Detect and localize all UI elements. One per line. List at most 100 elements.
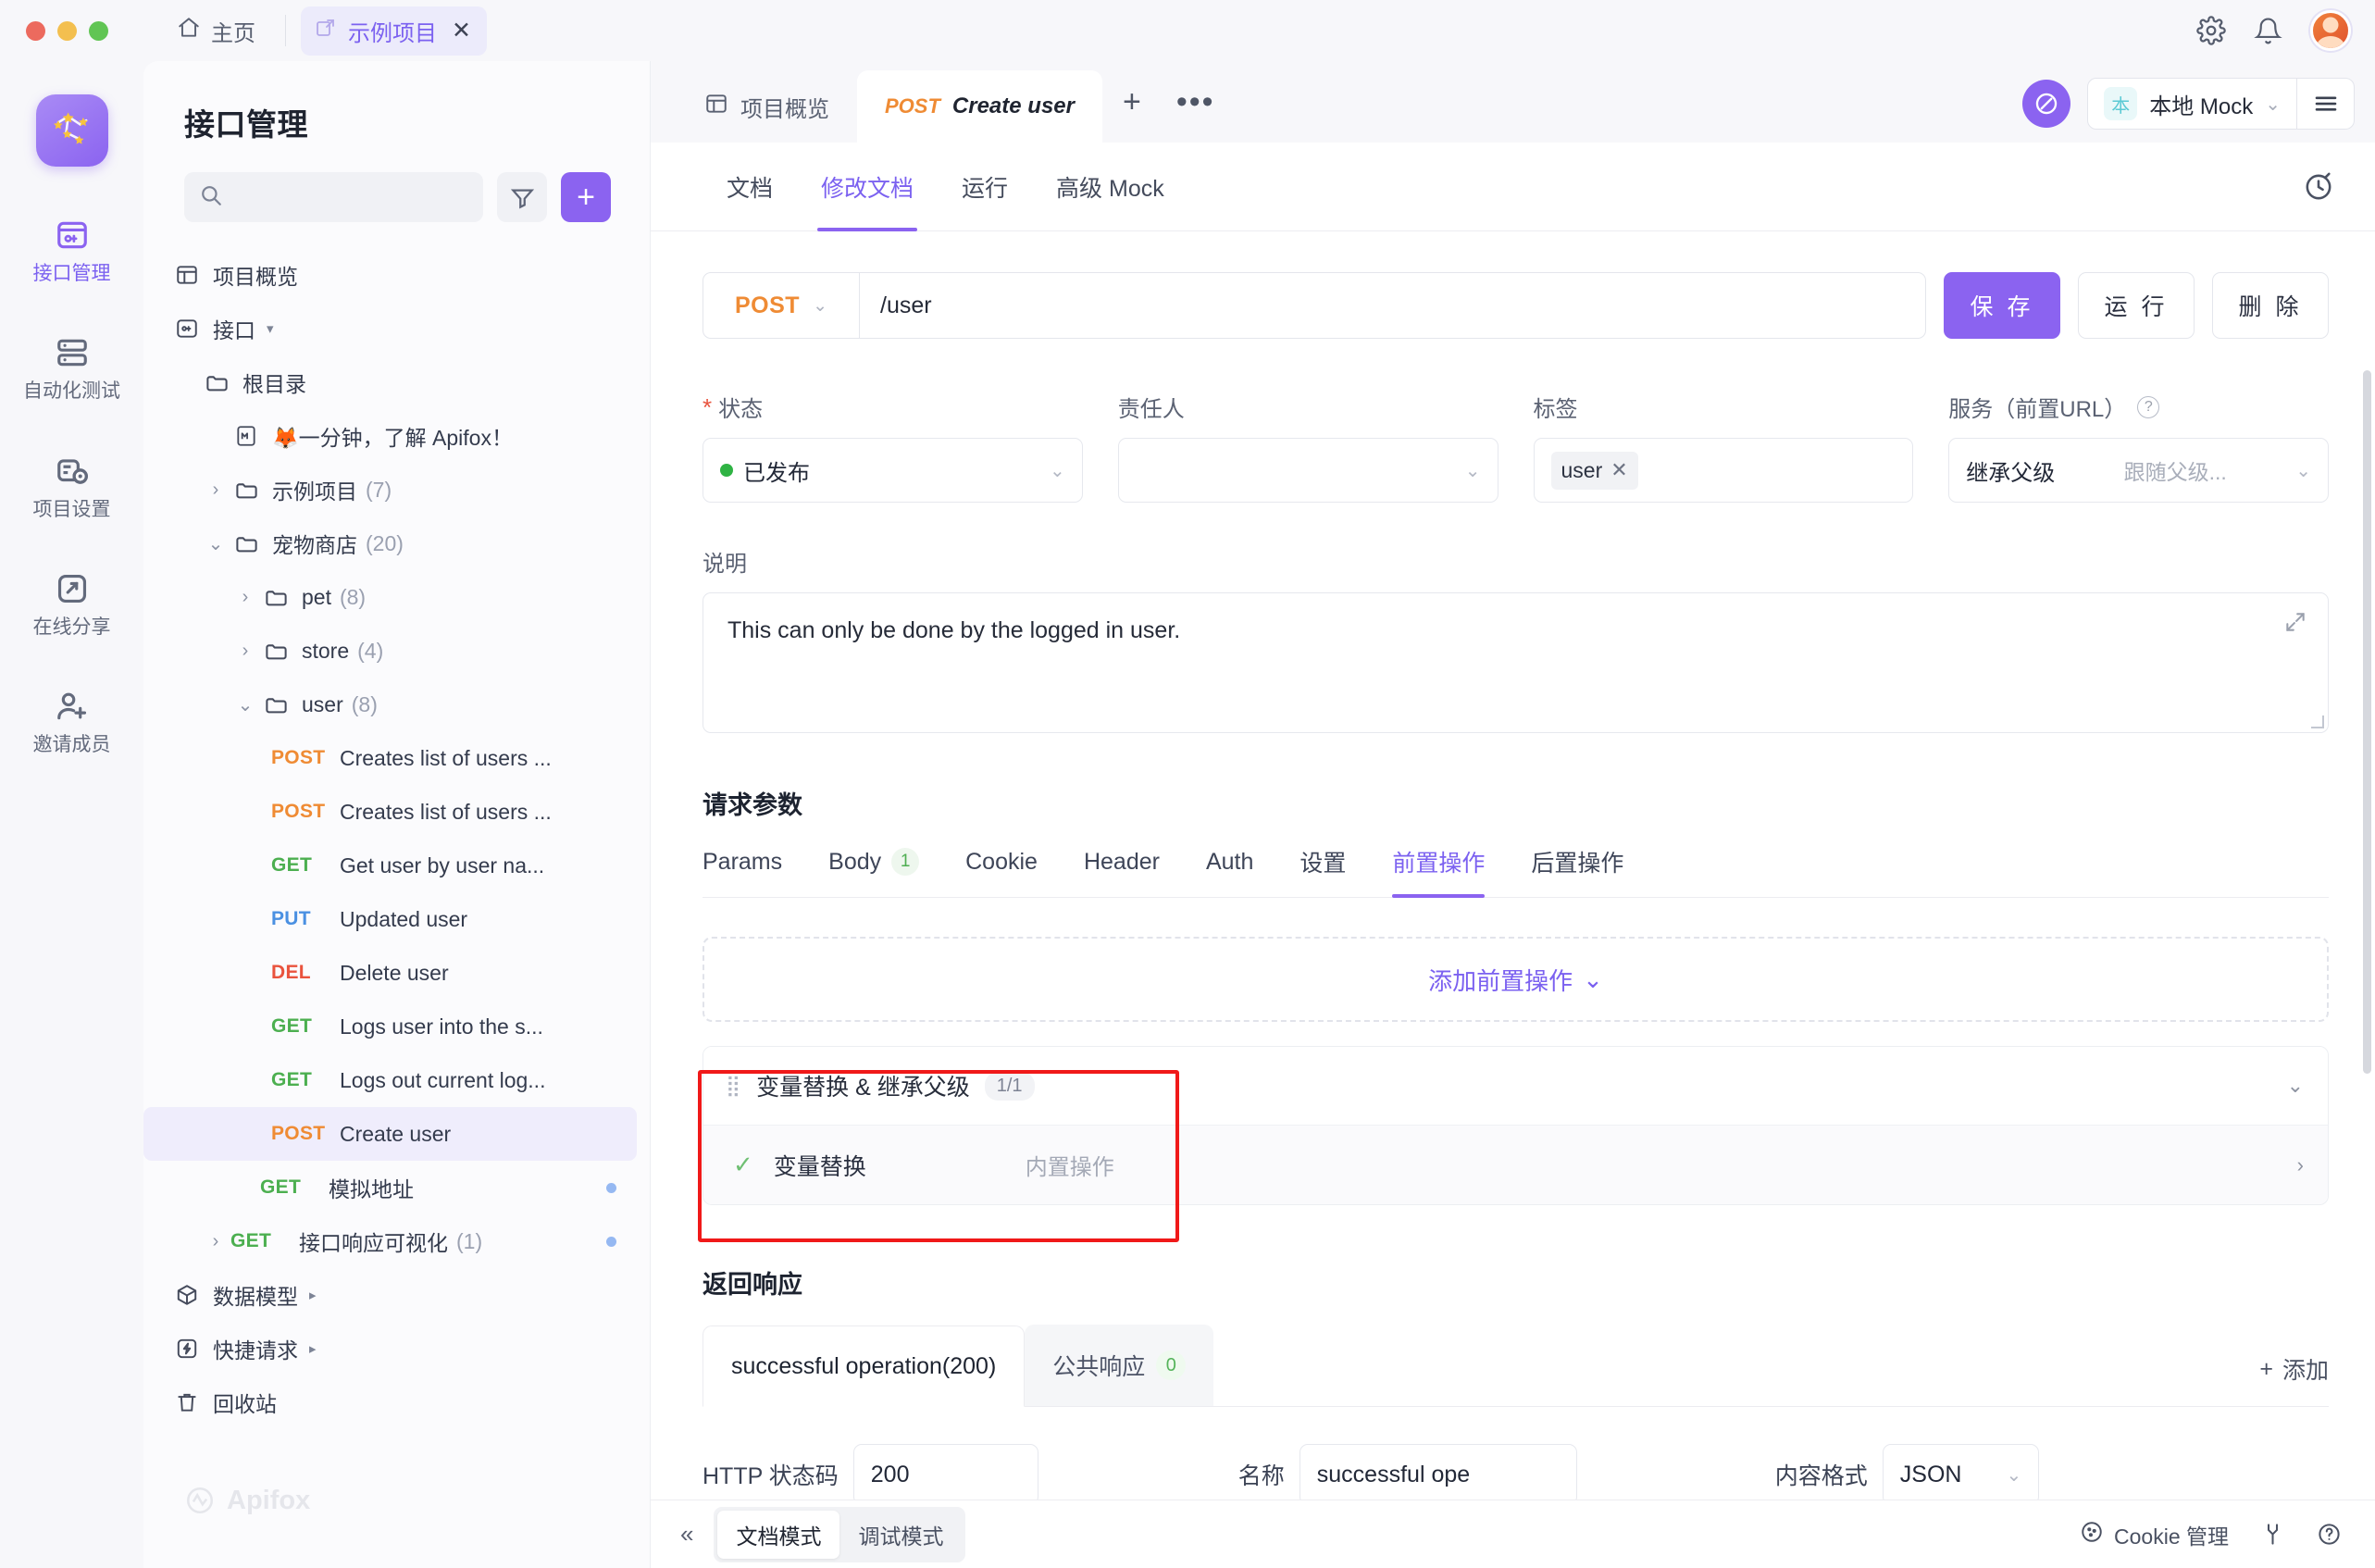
mode-document[interactable]: 文档模式: [717, 1511, 839, 1559]
sidebar-item-invite-member[interactable]: 邀请成员: [11, 677, 133, 766]
hamburger-icon[interactable]: [2296, 79, 2354, 129]
content-format-select[interactable]: JSON ⌄: [1883, 1444, 2039, 1500]
add-pre-operation-button[interactable]: 添加前置操作 ⌄: [703, 937, 2329, 1022]
chevron-down-icon[interactable]: ⌄: [230, 693, 260, 716]
project-tab[interactable]: 示例项目 ✕: [301, 6, 487, 56]
mock-environment-selector[interactable]: 本 本地 Mock ⌄: [2087, 78, 2355, 130]
tree-item-endpoint-create-user[interactable]: POST Create user: [143, 1107, 637, 1161]
tab-document[interactable]: 文档: [703, 143, 797, 231]
tree-item-endpoint[interactable]: GET Get user by user na...: [143, 839, 637, 892]
chevron-right-icon[interactable]: ›: [201, 1231, 230, 1252]
service-select[interactable]: 继承父级 跟随父级... ⌄: [1948, 438, 2329, 503]
tag-chip[interactable]: user ✕: [1551, 452, 1638, 490]
add-api-button[interactable]: +: [561, 172, 611, 222]
cookie-manager-button[interactable]: Cookie 管理: [2080, 1519, 2229, 1550]
tree-item-recycle-bin[interactable]: 回收站: [143, 1375, 637, 1429]
run-button[interactable]: 运 行: [2078, 272, 2195, 339]
minimize-window-button[interactable]: [57, 21, 77, 41]
chevron-right-icon[interactable]: ▸: [309, 1287, 317, 1303]
owner-select[interactable]: ⌄: [1118, 438, 1498, 503]
tree-item-endpoint[interactable]: POST Creates list of users ...: [143, 731, 637, 785]
maximize-window-button[interactable]: [89, 21, 108, 41]
close-icon[interactable]: ✕: [452, 19, 471, 43]
sidebar-item-online-share[interactable]: 在线分享: [11, 559, 133, 649]
tree-item-endpoint[interactable]: DEL Delete user: [143, 946, 637, 1000]
tree-item-quick-request[interactable]: 快捷请求 ▸: [143, 1322, 637, 1375]
tab-settings[interactable]: 设置: [1299, 845, 1346, 897]
operation-item-variable-replace[interactable]: ✓ 变量替换 内置操作 ›: [703, 1125, 2328, 1204]
tree-item-pet[interactable]: › pet (8): [143, 570, 637, 624]
tab-pre-operations[interactable]: 前置操作: [1392, 845, 1485, 897]
sync-icon[interactable]: [2022, 80, 2070, 128]
bell-icon[interactable]: [2254, 17, 2282, 45]
tab-edit-document[interactable]: 修改文档: [797, 143, 938, 231]
tree-item-user-folder[interactable]: ⌄ user (8): [143, 678, 637, 731]
avatar[interactable]: [2310, 10, 2351, 51]
operation-group-header[interactable]: ⣿ 变量替换 & 继承父级 1/1 ⌄: [703, 1047, 2328, 1125]
tab-public-response[interactable]: 公共响应 0: [1025, 1325, 1213, 1406]
chevron-down-icon[interactable]: ⌄: [201, 532, 230, 555]
tab-create-user[interactable]: POST Create user: [857, 70, 1102, 143]
tab-params[interactable]: Params: [703, 849, 782, 894]
tab-project-overview[interactable]: 项目概览: [677, 70, 857, 143]
tab-auth[interactable]: Auth: [1206, 849, 1253, 894]
tree-item-endpoint[interactable]: GET Logs user into the s...: [143, 1000, 637, 1053]
tree-item-sample-project[interactable]: › 示例项目 (7): [143, 463, 637, 516]
tab-successful-operation[interactable]: successful operation(200): [703, 1325, 1025, 1407]
close-window-button[interactable]: [26, 21, 45, 41]
sidebar-item-project-settings[interactable]: 项目设置: [11, 442, 133, 531]
add-response-button[interactable]: + 添加: [2259, 1352, 2329, 1406]
tree-item-project-overview[interactable]: 项目概览: [143, 248, 637, 302]
gear-icon[interactable]: [2196, 16, 2226, 45]
filter-icon[interactable]: [497, 172, 547, 222]
tree-item-root-folder[interactable]: 根目录: [143, 355, 637, 409]
delete-button[interactable]: 删 除: [2212, 272, 2329, 339]
mock-selector-value[interactable]: 本 本地 Mock ⌄: [2088, 87, 2296, 120]
status-select[interactable]: 已发布 ⌄: [703, 438, 1083, 503]
tree-item-markdown-doc[interactable]: 🦊一分钟，了解 Apifox！: [143, 409, 637, 463]
tab-advanced-mock[interactable]: 高级 Mock: [1032, 143, 1188, 231]
tags-input[interactable]: user ✕: [1534, 438, 1914, 503]
tools-icon[interactable]: [2260, 1522, 2285, 1547]
tree-item-endpoint[interactable]: PUT Updated user: [143, 892, 637, 946]
mode-debug[interactable]: 调试模式: [839, 1511, 962, 1559]
main-scroll-area[interactable]: POST ⌄ 保 存 运 行 删 除 * 状态: [651, 231, 2375, 1500]
chevron-down-icon[interactable]: ▾: [267, 320, 274, 337]
help-icon[interactable]: [2317, 1522, 2342, 1547]
tree-item-pet-store[interactable]: ⌄ 宠物商店 (20): [143, 516, 637, 570]
chevron-down-icon[interactable]: ⌄: [2265, 93, 2281, 116]
tab-cookie[interactable]: Cookie: [965, 849, 1038, 894]
new-tab-button[interactable]: +: [1102, 84, 1162, 120]
tree-item-endpoint[interactable]: GET Logs out current log...: [143, 1053, 637, 1107]
resize-handle[interactable]: [2311, 716, 2324, 728]
tree-item-data-model[interactable]: 数据模型 ▸: [143, 1268, 637, 1322]
chevron-right-icon[interactable]: ›: [230, 587, 260, 608]
tab-run[interactable]: 运行: [938, 143, 1032, 231]
tab-post-operations[interactable]: 后置操作: [1531, 845, 1623, 897]
tree-item-endpoint[interactable]: POST Creates list of users ...: [143, 785, 637, 839]
chevron-down-icon[interactable]: ⌄: [2287, 1074, 2304, 1098]
vertical-scrollbar[interactable]: [2363, 370, 2371, 1074]
tab-header[interactable]: Header: [1084, 849, 1160, 894]
search-box[interactable]: [184, 172, 483, 222]
history-icon[interactable]: [2303, 171, 2375, 203]
endpoint-path-input[interactable]: [860, 272, 1926, 339]
help-icon[interactable]: ?: [2137, 396, 2159, 418]
sidebar-item-automation-test[interactable]: 自动化测试: [11, 323, 133, 413]
save-button[interactable]: 保 存: [1944, 272, 2060, 339]
chevron-right-icon[interactable]: ›: [201, 479, 230, 501]
close-icon[interactable]: ✕: [1610, 458, 1627, 482]
search-input[interactable]: [232, 185, 468, 209]
http-status-code-input[interactable]: [853, 1444, 1038, 1500]
tree-item-store[interactable]: › store (4): [143, 624, 637, 678]
chevron-right-icon[interactable]: ›: [2297, 1153, 2304, 1177]
http-method-select[interactable]: POST ⌄: [703, 272, 860, 339]
expand-icon[interactable]: [2283, 610, 2307, 645]
tree-item-response-visualization[interactable]: › GET 接口响应可视化 (1): [143, 1214, 637, 1268]
tree-item-mock-address[interactable]: GET 模拟地址: [143, 1161, 637, 1214]
chevron-right-icon[interactable]: ▸: [309, 1340, 317, 1357]
collapse-icon[interactable]: «: [673, 1520, 714, 1549]
sidebar-item-api-management[interactable]: 接口管理: [11, 205, 133, 295]
response-name-input[interactable]: [1299, 1444, 1577, 1500]
home-tab[interactable]: 主页: [162, 7, 270, 55]
